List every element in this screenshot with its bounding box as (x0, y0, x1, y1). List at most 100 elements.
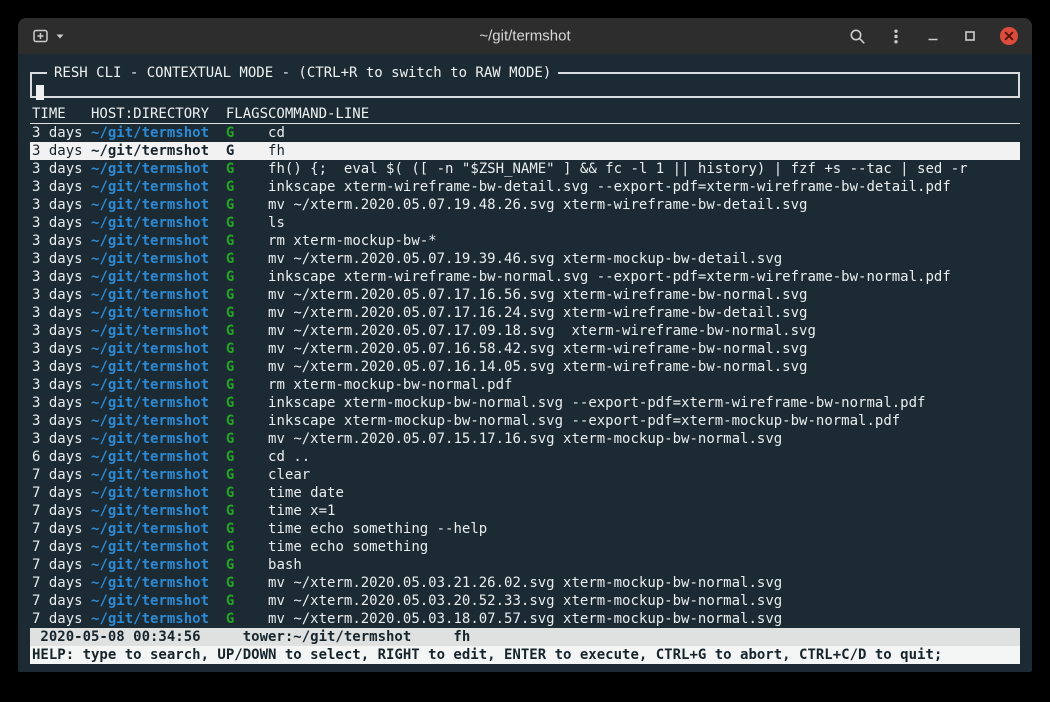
row-time: 3 days (32, 233, 91, 249)
row-host: ~/git/termshot (91, 143, 226, 159)
terminal-screen[interactable]: RESH CLI - CONTEXTUAL MODE - (CTRL+R to … (18, 54, 1032, 672)
row-flags: G (226, 359, 268, 375)
history-row[interactable]: 3 days ~/git/termshot G rm xterm-mockup-… (30, 376, 1020, 394)
history-row[interactable]: 3 days ~/git/termshot G inkscape xterm-m… (30, 412, 1020, 430)
row-host: ~/git/termshot (91, 395, 226, 411)
row-cmd: time echo something --help (268, 521, 487, 537)
history-row[interactable]: 7 days ~/git/termshot G time echo someth… (30, 520, 1020, 538)
row-flags: G (226, 611, 268, 627)
row-cmd: time date (268, 485, 344, 501)
row-host: ~/git/termshot (91, 179, 226, 195)
menu-kebab-icon[interactable] (889, 28, 903, 45)
history-row[interactable]: 3 days ~/git/termshot G fh() {; eval $( … (30, 160, 1020, 178)
row-flags: G (226, 593, 268, 609)
row-time: 3 days (32, 161, 91, 177)
titlebar[interactable]: ~/git/termshot (18, 18, 1032, 55)
row-flags: G (226, 485, 268, 501)
row-cmd: mv ~/xterm.2020.05.07.17.09.18.svg xterm… (268, 323, 816, 339)
row-cmd: mv ~/xterm.2020.05.03.18.07.57.svg xterm… (268, 611, 782, 627)
row-flags: G (226, 449, 268, 465)
row-flags: G (226, 467, 268, 483)
row-time: 7 days (32, 467, 91, 483)
row-cmd: ls (268, 215, 285, 231)
history-row[interactable]: 7 days ~/git/termshot G mv ~/xterm.2020.… (30, 592, 1020, 610)
history-row[interactable]: 3 days ~/git/termshot G rm xterm-mockup-… (30, 232, 1020, 250)
row-time: 3 days (32, 341, 91, 357)
row-flags: G (226, 179, 268, 195)
titlebar-right-group (849, 27, 1018, 45)
new-tab-button[interactable] (32, 28, 50, 44)
tab-chooser-chevron-icon[interactable] (53, 29, 67, 43)
row-time: 7 days (32, 557, 91, 573)
row-host: ~/git/termshot (91, 125, 226, 141)
row-time: 7 days (32, 611, 91, 627)
row-host: ~/git/termshot (91, 485, 226, 501)
minimize-button[interactable] (926, 29, 940, 43)
history-row[interactable]: 7 days ~/git/termshot G time echo someth… (30, 538, 1020, 556)
search-icon[interactable] (849, 28, 866, 45)
history-row[interactable]: 3 days ~/git/termshot G mv ~/xterm.2020.… (30, 430, 1020, 448)
row-host: ~/git/termshot (91, 593, 226, 609)
row-cmd: mv ~/xterm.2020.05.07.15.17.16.svg xterm… (268, 431, 782, 447)
restore-button[interactable] (963, 29, 977, 43)
row-flags: G (226, 233, 268, 249)
history-row[interactable]: 3 days ~/git/termshot G mv ~/xterm.2020.… (30, 340, 1020, 358)
history-row-selected[interactable]: 3 days ~/git/termshot G fh (30, 142, 1020, 160)
row-cmd: mv ~/xterm.2020.05.07.19.39.46.svg xterm… (268, 251, 782, 267)
row-time: 3 days (32, 179, 91, 195)
text-cursor (36, 85, 44, 100)
row-cmd: mv ~/xterm.2020.05.03.21.26.02.svg xterm… (268, 575, 782, 591)
titlebar-left-group (32, 28, 67, 44)
row-flags: G (226, 305, 268, 321)
window-title: ~/git/termshot (479, 28, 570, 45)
row-cmd: mv ~/xterm.2020.05.07.17.16.24.svg xterm… (268, 305, 807, 321)
history-row[interactable]: 3 days ~/git/termshot G inkscape xterm-w… (30, 268, 1020, 286)
history-row[interactable]: 3 days ~/git/termshot G mv ~/xterm.2020.… (30, 196, 1020, 214)
history-row[interactable]: 3 days ~/git/termshot G cd (30, 124, 1020, 142)
row-time: 7 days (32, 503, 91, 519)
row-flags: G (226, 197, 268, 213)
history-row[interactable]: 3 days ~/git/termshot G mv ~/xterm.2020.… (30, 250, 1020, 268)
row-host: ~/git/termshot (91, 557, 226, 573)
row-flags: G (226, 395, 268, 411)
row-cmd: rm xterm-mockup-bw-* (268, 233, 437, 249)
row-time: 7 days (32, 539, 91, 555)
history-row[interactable]: 7 days ~/git/termshot G clear (30, 466, 1020, 484)
row-host: ~/git/termshot (91, 323, 226, 339)
row-flags: G (226, 251, 268, 267)
history-row[interactable]: 7 days ~/git/termshot G bash (30, 556, 1020, 574)
row-flags: G (226, 575, 268, 591)
history-row[interactable]: 7 days ~/git/termshot G time x=1 (30, 502, 1020, 520)
row-flags: G (226, 557, 268, 573)
history-row[interactable]: 3 days ~/git/termshot G mv ~/xterm.2020.… (30, 304, 1020, 322)
row-flags: G (226, 377, 268, 393)
history-list: 3 days ~/git/termshot G cd3 days ~/git/t… (30, 124, 1020, 628)
row-flags: G (226, 287, 268, 303)
history-row[interactable]: 7 days ~/git/termshot G mv ~/xterm.2020.… (30, 574, 1020, 592)
row-host: ~/git/termshot (91, 215, 226, 231)
history-row[interactable]: 3 days ~/git/termshot G mv ~/xterm.2020.… (30, 322, 1020, 340)
row-time: 3 days (32, 269, 91, 285)
row-cmd: cd .. (268, 449, 310, 465)
history-row[interactable]: 3 days ~/git/termshot G ls (30, 214, 1020, 232)
row-host: ~/git/termshot (91, 503, 226, 519)
history-row[interactable]: 7 days ~/git/termshot G mv ~/xterm.2020.… (30, 610, 1020, 628)
close-x-icon (1004, 31, 1014, 41)
history-row[interactable]: 3 days ~/git/termshot G inkscape xterm-m… (30, 394, 1020, 412)
row-time: 3 days (32, 305, 91, 321)
row-time: 3 days (32, 197, 91, 213)
row-host: ~/git/termshot (91, 611, 226, 627)
row-host: ~/git/termshot (91, 467, 226, 483)
history-row[interactable]: 6 days ~/git/termshot G cd .. (30, 448, 1020, 466)
history-row[interactable]: 7 days ~/git/termshot G time date (30, 484, 1020, 502)
row-cmd: inkscape xterm-mockup-bw-normal.svg --ex… (268, 413, 900, 429)
history-row[interactable]: 3 days ~/git/termshot G mv ~/xterm.2020.… (30, 286, 1020, 304)
close-button[interactable] (1000, 27, 1018, 45)
row-time: 6 days (32, 449, 91, 465)
history-row[interactable]: 3 days ~/git/termshot G mv ~/xterm.2020.… (30, 358, 1020, 376)
row-cmd: clear (268, 467, 310, 483)
row-cmd: fh() {; eval $( ([ -n "$ZSH_NAME" ] && f… (268, 161, 968, 177)
row-host: ~/git/termshot (91, 449, 226, 465)
search-box[interactable]: RESH CLI - CONTEXTUAL MODE - (CTRL+R to … (30, 64, 1020, 98)
history-row[interactable]: 3 days ~/git/termshot G inkscape xterm-w… (30, 178, 1020, 196)
